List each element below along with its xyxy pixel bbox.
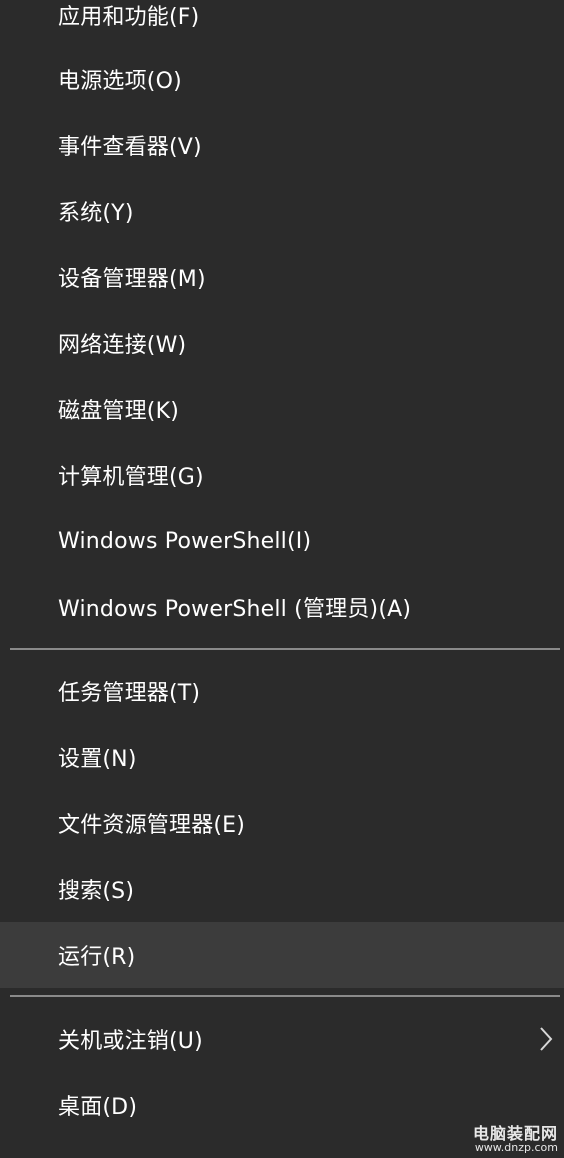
menu-item-label: Windows PowerShell(I) <box>58 528 312 554</box>
menu-separator <box>10 648 560 650</box>
menu-item-label: 应用和功能(F) <box>58 5 200 30</box>
menu-item-label: 计算机管理(G) <box>58 465 204 490</box>
menu-item-run[interactable]: 运行(R) <box>0 922 564 988</box>
menu-item-label: 设备管理器(M) <box>58 267 206 292</box>
menu-item-label: 电源选项(O) <box>58 69 182 94</box>
menu-item-label: 桌面(D) <box>58 1095 138 1120</box>
menu-item-computer-management[interactable]: 计算机管理(G) <box>0 442 564 508</box>
menu-item-search[interactable]: 搜索(S) <box>0 856 564 922</box>
menu-item-shutdown-signout[interactable]: 关机或注销(U) <box>0 1006 564 1072</box>
menu-item-label: 任务管理器(T) <box>58 681 201 706</box>
menu-separator <box>10 995 560 997</box>
menu-item-label: 系统(Y) <box>58 201 134 226</box>
chevron-right-icon <box>540 1027 553 1051</box>
menu-item-powershell-admin[interactable]: Windows PowerShell (管理员)(A) <box>0 574 564 640</box>
menu-item-label: 设置(N) <box>58 747 137 772</box>
menu-item-label: 网络连接(W) <box>58 333 187 358</box>
menu-item-task-manager[interactable]: 任务管理器(T) <box>0 658 564 724</box>
menu-item-label: 搜索(S) <box>58 879 135 904</box>
menu-item-label: 文件资源管理器(E) <box>58 813 246 838</box>
menu-item-power-options[interactable]: 电源选项(O) <box>0 46 564 112</box>
menu-item-apps-features[interactable]: 应用和功能(F) <box>0 0 564 48</box>
watermark-title: 电脑装配网 <box>472 1123 558 1143</box>
watermark-url: www.dnzp.com <box>474 1141 558 1155</box>
menu-item-network-connections[interactable]: 网络连接(W) <box>0 310 564 376</box>
menu-item-powershell[interactable]: Windows PowerShell(I) <box>0 508 564 574</box>
winx-context-menu: 应用和功能(F) 电源选项(O) 事件查看器(V) 系统(Y) 设备管理器(M)… <box>0 0 564 1158</box>
menu-item-file-explorer[interactable]: 文件资源管理器(E) <box>0 790 564 856</box>
menu-item-settings[interactable]: 设置(N) <box>0 724 564 790</box>
menu-item-system[interactable]: 系统(Y) <box>0 178 564 244</box>
menu-item-label: Windows PowerShell (管理员)(A) <box>58 597 412 622</box>
menu-item-disk-management[interactable]: 磁盘管理(K) <box>0 376 564 442</box>
watermark: 电脑装配网 www.dnzp.com <box>472 1123 558 1155</box>
menu-item-label: 事件查看器(V) <box>58 135 202 160</box>
menu-item-event-viewer[interactable]: 事件查看器(V) <box>0 112 564 178</box>
menu-item-label: 运行(R) <box>58 945 136 970</box>
menu-item-device-manager[interactable]: 设备管理器(M) <box>0 244 564 310</box>
menu-item-label: 磁盘管理(K) <box>58 399 179 424</box>
menu-item-label: 关机或注销(U) <box>58 1029 203 1054</box>
